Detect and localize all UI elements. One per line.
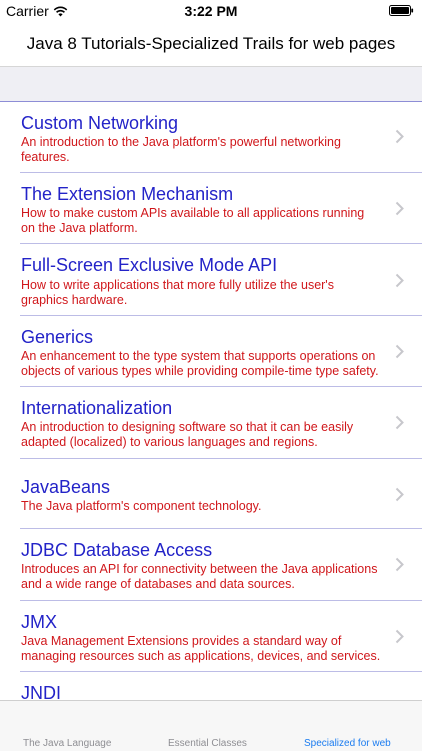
- list-item-generics[interactable]: Generics An enhancement to the type syst…: [0, 316, 422, 387]
- list-item-title: JDBC Database Access: [21, 540, 213, 560]
- list-item-title: Full-Screen Exclusive Mode API: [21, 255, 278, 275]
- list-item-javabeans[interactable]: JavaBeans The Java platform's component …: [0, 459, 422, 529]
- chevron-right-icon: [395, 629, 404, 644]
- status-bar: Carrier 3:22 PM: [0, 0, 422, 22]
- list-item-internationalization[interactable]: Internationalization An introduction to …: [0, 387, 422, 459]
- list-item-full-screen-api[interactable]: Full-Screen Exclusive Mode API How to wr…: [0, 244, 422, 316]
- tutorial-list[interactable]: Custom Networking An introduction to the…: [0, 101, 422, 700]
- chevron-right-icon: [395, 273, 404, 288]
- list-item-custom-networking[interactable]: Custom Networking An introduction to the…: [0, 102, 422, 173]
- section-header-spacer: [0, 67, 422, 101]
- list-item-jndi[interactable]: JNDI: [0, 672, 422, 700]
- list-item-title: JNDI: [21, 683, 61, 700]
- list-item-title: JavaBeans: [21, 477, 111, 497]
- tab-essential-classes[interactable]: Essential Classes: [168, 738, 247, 749]
- list-item-title: Custom Networking: [21, 113, 179, 133]
- chevron-right-icon: [395, 415, 404, 430]
- list-item-description: An introduction to the Java platform's p…: [21, 135, 341, 164]
- list-item-title: JMX: [21, 612, 57, 632]
- status-time: 3:22 PM: [184, 3, 238, 19]
- status-right: [389, 5, 414, 16]
- battery-icon: [389, 5, 414, 16]
- list-item-description: Introduces an API for connectivity betwe…: [21, 562, 378, 591]
- navigation-bar: Java 8 Tutorials-Specialized Trails for …: [0, 22, 422, 67]
- list-item-description: Java Management Extensions provides a st…: [21, 634, 381, 663]
- tab-java-language[interactable]: The Java Language: [23, 738, 111, 749]
- page-title: Java 8 Tutorials-Specialized Trails for …: [26, 34, 396, 53]
- list-item-description: The Java platform's component technology…: [21, 499, 262, 513]
- list-item-description: How to write applications that more full…: [21, 278, 334, 307]
- list-item-description: An enhancement to the type system that s…: [21, 349, 379, 378]
- chevron-right-icon: [395, 344, 404, 359]
- list-item-title: The Extension Mechanism: [21, 184, 234, 204]
- chevron-right-icon: [395, 487, 404, 502]
- chevron-right-icon: [395, 201, 404, 216]
- list-item-jmx[interactable]: JMX Java Management Extensions provides …: [0, 601, 422, 672]
- list-item-title: Generics: [21, 327, 94, 347]
- list-item-jdbc[interactable]: JDBC Database Access Introduces an API f…: [0, 529, 422, 601]
- list-item-description: How to make custom APIs available to all…: [21, 206, 365, 235]
- tab-bar: The Java Language Essential Classes Spec…: [0, 700, 422, 751]
- chevron-right-icon: [395, 557, 404, 572]
- chevron-right-icon: [395, 129, 404, 144]
- list-item-title: Internationalization: [21, 398, 173, 418]
- list-item-extension-mechanism[interactable]: The Extension Mechanism How to make cust…: [0, 173, 422, 244]
- tab-specialized-for-web[interactable]: Specialized for web: [304, 738, 391, 749]
- list-item-description: An introduction to designing software so…: [21, 420, 354, 449]
